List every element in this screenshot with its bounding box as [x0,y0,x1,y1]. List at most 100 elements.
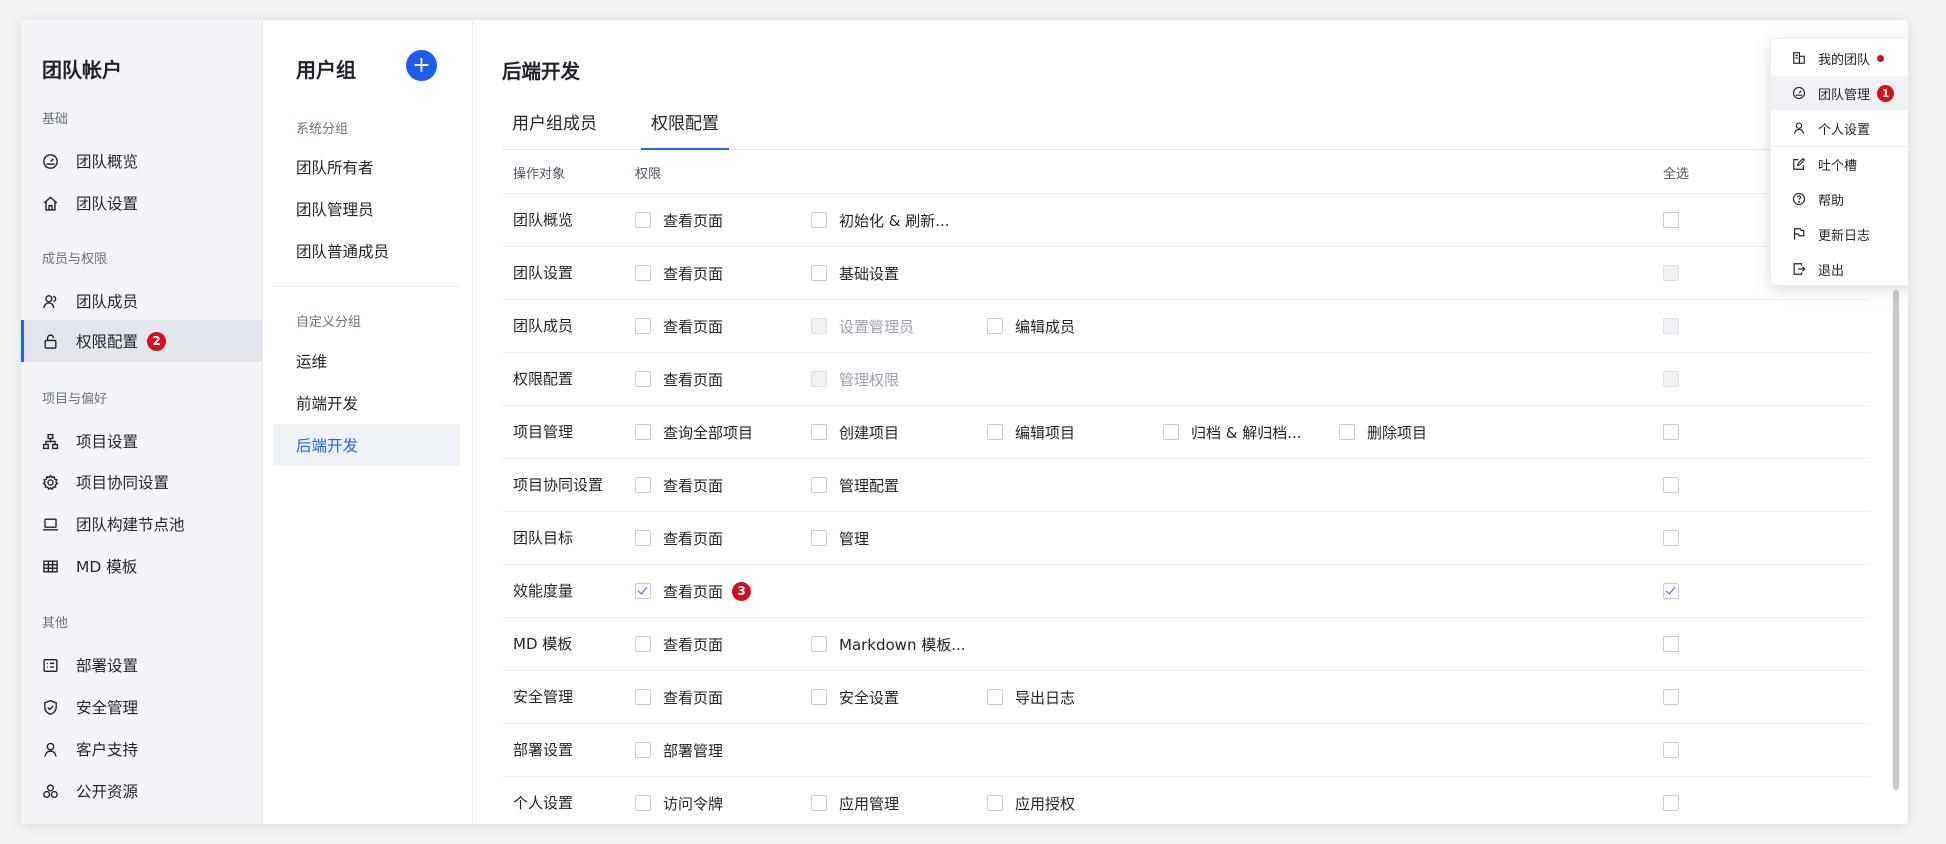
permission-checkbox[interactable]: 查看页面 3 [635,565,752,617]
permission-checkbox[interactable]: 应用授权 [987,777,1075,824]
menu-item-logout[interactable]: 退出 [1771,252,1908,286]
group-item[interactable]: 前端开发 [273,382,460,424]
group-item[interactable]: 团队普通成员 [273,230,460,272]
permission-checkbox[interactable]: 编辑项目 [987,406,1075,458]
sidebar-item-team-settings[interactable]: 团队设置 [21,182,263,224]
sidebar-item-security[interactable]: 安全管理 [21,686,263,728]
sidebar-item-support[interactable]: 客户支持 [21,728,263,770]
permission-checkbox[interactable]: 基础设置 [811,247,899,299]
menu-item-changelog[interactable]: 更新日志 [1771,217,1908,251]
checkbox[interactable] [635,265,651,281]
scrollbar[interactable] [1893,290,1899,790]
checkbox[interactable] [635,212,651,228]
permission-checkbox[interactable]: Markdown 模板... [811,618,966,670]
permission-checkbox[interactable]: 查看页面 [635,618,723,670]
sidebar-item-team-members[interactable]: 团队成员 [21,280,263,322]
row-target-name: 安全管理 [513,688,574,706]
select-all-checkbox[interactable] [1663,565,1679,617]
checkbox[interactable] [811,530,827,546]
permission-checkbox[interactable]: 查看页面 [635,247,723,299]
group-item-active[interactable]: 后端开发 [273,424,460,466]
checkbox[interactable] [635,318,651,334]
checkbox[interactable] [811,212,827,228]
checkbox[interactable] [811,265,827,281]
permission-checkbox[interactable]: 初始化 & 刷新... [811,194,950,246]
select-all-checkbox[interactable] [1663,459,1679,511]
group-item[interactable]: 团队所有者 [273,146,460,188]
menu-item-help[interactable]: 帮助 [1771,182,1908,216]
select-all-checkbox[interactable] [1663,194,1679,246]
checkbox[interactable] [635,530,651,546]
group-item[interactable]: 运维 [273,340,460,382]
permission-checkbox[interactable]: 删除项目 [1339,406,1427,458]
select-all-checkbox[interactable] [1663,406,1679,458]
checkbox[interactable] [1663,424,1679,440]
checkbox[interactable] [987,318,1003,334]
checkbox[interactable] [811,689,827,705]
checkbox[interactable] [1163,424,1179,440]
checkbox[interactable] [1339,424,1355,440]
checkbox[interactable] [635,795,651,811]
checkbox[interactable] [635,636,651,652]
sidebar-item-project-collab[interactable]: 项目协同设置 [21,461,263,503]
menu-item-personal-settings[interactable]: 个人设置 [1771,111,1908,145]
add-group-button[interactable]: + [406,50,437,81]
checkbox[interactable] [1663,636,1679,652]
checkbox[interactable] [811,424,827,440]
checkbox[interactable] [987,424,1003,440]
checkbox[interactable] [1663,477,1679,493]
permission-checkbox[interactable]: 安全设置 [811,671,899,723]
permission-checkbox[interactable]: 查询全部项目 [635,406,753,458]
permission-checkbox[interactable]: 查看页面 [635,300,723,352]
checkbox[interactable] [635,583,651,599]
sidebar-item-node-pool[interactable]: 团队构建节点池 [21,503,263,545]
permission-checkbox[interactable]: 查看页面 [635,353,723,405]
menu-item-my-team[interactable]: 我的团队 [1771,41,1908,75]
select-all-checkbox[interactable] [1663,724,1679,776]
checkbox[interactable] [1663,212,1679,228]
select-all-checkbox[interactable] [1663,777,1679,824]
checkbox[interactable] [1663,530,1679,546]
permission-checkbox[interactable]: 创建项目 [811,406,899,458]
permission-checkbox[interactable]: 查看页面 [635,194,723,246]
checkbox[interactable] [811,795,827,811]
permission-checkbox[interactable]: 访问令牌 [635,777,723,824]
select-all-checkbox[interactable] [1663,512,1679,564]
checkbox[interactable] [811,636,827,652]
checkbox[interactable] [1663,689,1679,705]
sidebar-item-project-settings[interactable]: 项目设置 [21,420,263,462]
permission-checkbox[interactable]: 部署管理 [635,724,723,776]
permission-checkbox[interactable]: 查看页面 [635,671,723,723]
checkbox[interactable] [635,424,651,440]
permission-checkbox[interactable]: 管理 [811,512,869,564]
checkbox[interactable] [635,689,651,705]
checkbox[interactable] [635,742,651,758]
checkbox[interactable] [635,371,651,387]
select-all-checkbox[interactable] [1663,618,1679,670]
permission-checkbox[interactable]: 归档 & 解归档... [1163,406,1302,458]
checkbox[interactable] [1663,583,1679,599]
checkbox[interactable] [1663,795,1679,811]
sidebar-item-deploy-settings[interactable]: 部署设置 [21,644,263,686]
permission-checkbox[interactable]: 编辑成员 [987,300,1075,352]
select-all-checkbox[interactable] [1663,671,1679,723]
sidebar-item-team-overview[interactable]: 团队概览 [21,140,263,182]
sidebar-item-md-template[interactable]: MD 模板 [21,545,263,587]
checkbox[interactable] [811,477,827,493]
tab-group-members[interactable]: 用户组成员 [502,104,607,150]
permission-checkbox[interactable]: 查看页面 [635,512,723,564]
sidebar-item-permissions[interactable]: 权限配置 2 [21,320,263,362]
sidebar-item-public-resources[interactable]: 公开资源 [21,770,263,812]
menu-item-team-management[interactable]: 团队管理 1 [1771,76,1908,110]
checkbox[interactable] [635,477,651,493]
tab-permissions[interactable]: 权限配置 [641,104,729,150]
permission-checkbox[interactable]: 管理配置 [811,459,899,511]
checkbox[interactable] [987,795,1003,811]
checkbox[interactable] [987,689,1003,705]
menu-item-feedback[interactable]: 吐个槽 [1771,147,1908,181]
checkbox[interactable] [1663,742,1679,758]
permission-checkbox[interactable]: 导出日志 [987,671,1075,723]
permission-checkbox[interactable]: 应用管理 [811,777,899,824]
permission-checkbox[interactable]: 查看页面 [635,459,723,511]
group-item[interactable]: 团队管理员 [273,188,460,230]
